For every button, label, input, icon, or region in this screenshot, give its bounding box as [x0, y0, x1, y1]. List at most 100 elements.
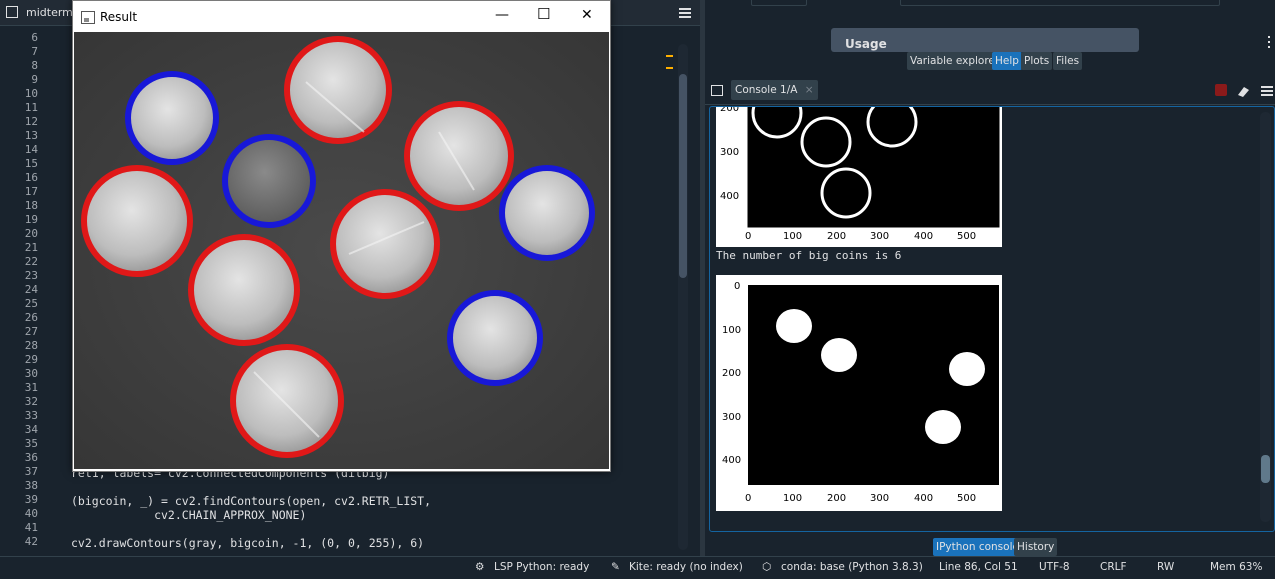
tab-help[interactable]: Help [992, 52, 1022, 70]
console-tab-label: Console 1/A [735, 84, 798, 96]
ipython-console[interactable]: 200 300 400 0 100 200 300 400 500 The nu… [709, 106, 1275, 532]
tab-variable-explorer[interactable]: Variable explorer [907, 52, 1003, 70]
tab-plots[interactable]: Plots [1021, 52, 1053, 70]
line-number-gutter: 6 7 8 9 10 11 12 13 14 15 16 17 18 19 20 21 22 23 24 25 26 27… [0, 26, 46, 556]
line-number: 14 [24, 143, 38, 156]
x-tick-label: 400 [914, 231, 933, 242]
code-line-40[interactable]: cv2.CHAIN_APPROX_NONE) [71, 508, 306, 522]
line-number: 7 [31, 45, 38, 58]
x-tick-label: 300 [870, 231, 889, 242]
y-tick-label: 400 [720, 191, 739, 202]
y-tick-label: 300 [722, 412, 741, 423]
console-header: Console 1/A × [705, 78, 1275, 105]
file-encoding: UTF-8 [1039, 561, 1070, 573]
big-coin [284, 36, 392, 144]
console-tab[interactable]: Console 1/A × [731, 80, 818, 100]
line-number: 9 [31, 73, 38, 86]
big-coin [81, 165, 193, 277]
result-titlebar[interactable]: Result — ☐ ✕ [73, 1, 610, 32]
minimize-icon[interactable]: — [495, 7, 509, 23]
x-tick-label: 200 [827, 231, 846, 242]
tab-history[interactable]: History [1014, 538, 1058, 556]
big-coin [404, 101, 514, 211]
line-number: 11 [24, 101, 38, 114]
window-icon[interactable] [711, 85, 723, 96]
conda-status[interactable]: conda: base (Python 3.8.3) [781, 561, 923, 573]
line-number: 32 [24, 395, 38, 408]
x-tick-label: 200 [827, 493, 846, 504]
x-tick-label: 500 [957, 493, 976, 504]
x-tick-label: 100 [783, 493, 802, 504]
line-number: 37 [24, 465, 38, 478]
line-number: 36 [24, 451, 38, 464]
maximize-icon[interactable]: ☐ [537, 5, 550, 23]
small-coin [125, 71, 219, 165]
close-icon[interactable]: ✕ [581, 7, 593, 23]
line-number: 12 [24, 115, 38, 128]
help-options-icon[interactable] [1267, 34, 1273, 50]
close-icon[interactable]: × [805, 84, 814, 96]
line-number: 31 [24, 381, 38, 394]
y-tick-label: 0 [734, 281, 740, 292]
line-number: 10 [24, 87, 38, 100]
line-number: 17 [24, 185, 38, 198]
big-coin [230, 344, 344, 458]
line-number: 38 [24, 479, 38, 492]
help-toolbar-field[interactable] [751, 0, 807, 6]
lsp-status[interactable]: LSP Python: ready [494, 561, 589, 573]
x-tick-label: 0 [745, 493, 751, 504]
y-tick-label: 200 [720, 107, 739, 114]
lsp-icon: ⚙ [475, 561, 485, 573]
menu-icon[interactable] [1261, 83, 1273, 97]
line-number: 41 [24, 521, 38, 534]
code-line-39[interactable]: (bigcoin, _) = cv2.findContours(open, cv… [71, 494, 431, 508]
line-number: 20 [24, 227, 38, 240]
line-number: 23 [24, 269, 38, 282]
tab-ipython-console[interactable]: IPython console [933, 538, 1022, 556]
eraser-icon[interactable] [1236, 83, 1250, 97]
usage-heading: Usage [845, 37, 887, 51]
console-scrollbar-thumb[interactable] [1261, 455, 1270, 483]
line-number: 39 [24, 493, 38, 506]
file-permissions: RW [1157, 561, 1175, 573]
kite-status[interactable]: Kite: ready (no index) [629, 561, 743, 573]
line-number: 24 [24, 283, 38, 296]
editor-scrollbar-thumb[interactable] [679, 74, 687, 278]
line-number: 15 [24, 157, 38, 170]
y-tick-label: 400 [722, 455, 741, 466]
help-search-field[interactable] [900, 0, 1220, 6]
line-number: 30 [24, 367, 38, 380]
window-title: Result [100, 10, 138, 24]
line-endings: CRLF [1100, 561, 1127, 573]
warning-marker[interactable] [666, 55, 673, 57]
line-number: 35 [24, 437, 38, 450]
code-line-42[interactable]: cv2.drawContours(gray, bigcoin, -1, (0, … [71, 536, 424, 550]
window-icon[interactable] [6, 6, 18, 18]
menu-icon[interactable] [679, 5, 691, 19]
line-number: 22 [24, 255, 38, 268]
line-number: 34 [24, 423, 38, 436]
app-icon [81, 11, 95, 24]
warning-marker[interactable] [666, 67, 673, 69]
result-window[interactable]: Result — ☐ ✕ [72, 0, 611, 472]
stop-icon[interactable] [1215, 84, 1227, 96]
x-tick-label: 400 [914, 493, 933, 504]
line-number: 21 [24, 241, 38, 254]
x-tick-label: 300 [870, 493, 889, 504]
console-plot-circles: 200 300 400 0 100 200 300 400 500 [716, 107, 1002, 247]
memory-usage: Mem 63% [1210, 561, 1263, 573]
result-image-canvas [74, 32, 609, 469]
line-number: 26 [24, 311, 38, 324]
y-tick-label: 200 [722, 368, 741, 379]
x-tick-label: 0 [745, 231, 751, 242]
line-number: 25 [24, 297, 38, 310]
line-number: 19 [24, 213, 38, 226]
cursor-position: Line 86, Col 51 [939, 561, 1018, 573]
line-number: 28 [24, 339, 38, 352]
y-tick-label: 100 [722, 325, 741, 336]
console-output-text: The number of big coins is 6 [716, 249, 902, 262]
y-tick-label: 300 [720, 147, 739, 158]
tab-files[interactable]: Files [1053, 52, 1083, 70]
x-tick-label: 500 [957, 231, 976, 242]
kite-icon: ✎ [611, 561, 620, 573]
